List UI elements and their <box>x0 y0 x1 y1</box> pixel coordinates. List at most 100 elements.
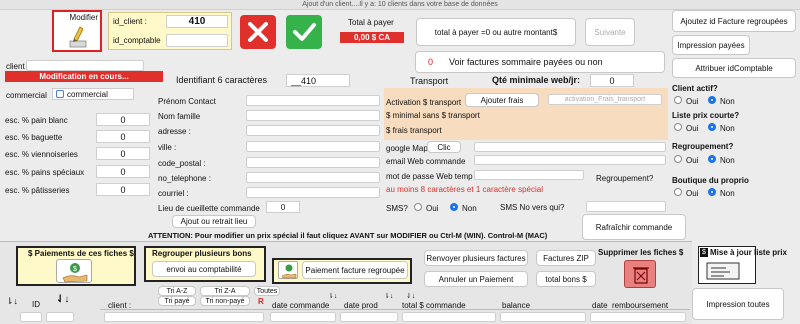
total-bons-button[interactable]: total bons $ <box>536 271 596 287</box>
courriel-field[interactable] <box>246 187 380 198</box>
identifiant-field[interactable]: __410 <box>286 74 350 87</box>
esc-field-3[interactable]: 0 <box>96 165 150 178</box>
telephone-field[interactable] <box>246 172 380 183</box>
esc-field-0[interactable]: 0 <box>96 113 150 126</box>
header-divider <box>100 309 690 310</box>
identifiant-label: Identifiant 6 caractères <box>176 75 268 85</box>
ville-field[interactable] <box>246 141 380 152</box>
sort-desc-icon[interactable]: ⇃↓ <box>56 294 69 305</box>
qte-field[interactable]: 0 <box>590 74 634 87</box>
id-comptable-field[interactable] <box>166 34 228 47</box>
liste-prix-non: Non <box>720 124 735 133</box>
toutes-button[interactable]: Toutes <box>254 286 280 296</box>
envoi-compta-button[interactable]: envoi au comptabilité <box>152 261 256 277</box>
annuler-paiement-button[interactable]: Annuler un Paiement <box>424 271 528 287</box>
code-postal-field[interactable] <box>246 157 380 168</box>
sms-oui-radio[interactable] <box>414 203 422 211</box>
cueillette-field[interactable]: 0 <box>266 201 300 213</box>
voir-factures-button[interactable]: 0 Voir factures sommaire payées ou non <box>415 51 665 73</box>
pencil-icon <box>69 26 87 48</box>
cancel-button[interactable] <box>240 15 276 49</box>
date-sort-icon[interactable]: ⇂↓ <box>328 292 337 300</box>
liste-prix-label: Liste prix courte? <box>672 111 740 120</box>
liste-prix-oui-radio[interactable] <box>674 123 682 131</box>
row-balance-cell[interactable] <box>500 312 586 322</box>
modifier-button[interactable]: Modifier <box>52 10 102 52</box>
row-total-cell[interactable] <box>402 312 496 322</box>
cueillette-label: Lieu de cueillette commande <box>158 204 260 213</box>
sort-asc-icon[interactable]: ⇂↓ <box>6 296 18 307</box>
activation-frais-field[interactable]: activation_Frais_transport <box>548 94 662 105</box>
client-actif-oui-radio[interactable] <box>674 96 682 104</box>
tri-az-button[interactable]: Tri A-Z <box>158 286 196 296</box>
rafraichir-button[interactable]: Rafraîchir commande <box>582 214 686 240</box>
total-sort-icon[interactable]: ⇃↓ <box>406 292 415 300</box>
suivante-button[interactable]: Suivante <box>585 18 635 46</box>
id-client-field[interactable]: 410 <box>166 15 228 28</box>
email-cmd-field[interactable] <box>474 155 666 165</box>
sms-vers-field[interactable] <box>586 201 666 212</box>
esc-label-1: esc. % baguette <box>5 133 63 142</box>
minimal-label: $ minimal sans $ transport <box>386 111 480 120</box>
esc-field-4[interactable]: 0 <box>96 183 150 196</box>
renvoyer-button[interactable]: Renvoyer plusieurs factures <box>424 250 528 266</box>
esc-label-3: esc. % pains spéciaux <box>5 168 85 177</box>
attention-notice: ATTENTION: Pour modifier un prix spécial… <box>148 231 548 240</box>
ajoutez-id-facture-button[interactable]: Ajoutez id Facture regroupées <box>672 10 796 32</box>
impression-payees-button[interactable]: Impression payées <box>672 35 750 55</box>
prenom-field[interactable] <box>246 95 380 106</box>
tri-paye-button[interactable]: Tri payé <box>158 296 196 306</box>
total-message-box[interactable]: total à payer =0 ou autre montant$ <box>416 18 576 46</box>
row-client-cell[interactable] <box>104 312 264 322</box>
row-date-cell[interactable] <box>270 312 336 322</box>
boutique-label: Boutique du proprio <box>672 176 749 185</box>
boutique-non-radio[interactable] <box>708 188 716 196</box>
factures-zip-button[interactable]: Factures ZIP <box>536 250 596 266</box>
liste-prix-non-radio[interactable] <box>708 123 716 131</box>
sms-label: SMS? <box>386 204 408 213</box>
voir-label: Voir factures sommaire payées ou non <box>449 57 603 67</box>
paiement-regroupee-button[interactable]: Paiement facture regroupée <box>302 261 408 279</box>
ajouter-frais-button[interactable]: Ajouter frais <box>465 93 539 107</box>
impression-toutes-button[interactable]: Impression toutes <box>692 288 784 320</box>
esc-label-0: esc. % pain blanc <box>5 116 68 125</box>
tri-non-paye-button[interactable]: Tri non-payé <box>200 296 250 306</box>
field-label-telephone: no_telephone : <box>158 174 211 183</box>
regroupement-q-label: Regroupement? <box>672 142 734 151</box>
supprimer-label: Supprimer les fiches $ <box>598 248 684 257</box>
payment-hand-icon[interactable]: $ <box>56 259 92 283</box>
password-warning: au moins 8 caractères et 1 caractère spé… <box>386 185 543 194</box>
row-remb-cell[interactable] <box>590 312 686 322</box>
tri-za-button[interactable]: Tri Z-A <box>200 286 250 296</box>
nom-field[interactable] <box>246 110 380 121</box>
trash-icon[interactable] <box>624 260 656 288</box>
date-prod-sort-icon[interactable]: ⇂↓ <box>384 292 393 300</box>
regroupement-non-radio[interactable] <box>708 155 716 163</box>
window-title: Ajout d'un client....Il y a: 10 clients … <box>302 1 498 8</box>
commercial-checkbox[interactable]: commercial <box>52 88 134 100</box>
client-field[interactable] <box>26 60 144 71</box>
attribuer-idcomptable-button[interactable]: Attribuer idComptable <box>672 58 796 78</box>
mot-passe-field[interactable] <box>474 170 584 180</box>
row-id-cell[interactable] <box>20 312 42 322</box>
google-clic-button[interactable]: Clic <box>427 141 461 153</box>
sms-non-radio[interactable] <box>450 203 458 211</box>
paiement-regroupee-icon <box>278 261 298 279</box>
field-label-prenom: Prénom Contact <box>158 97 216 106</box>
boutique-oui-radio[interactable] <box>674 188 682 196</box>
adresse-field[interactable] <box>246 125 380 136</box>
r-marker: R <box>258 297 264 306</box>
esc-field-2[interactable]: 0 <box>96 147 150 160</box>
regroupement-oui-radio[interactable] <box>674 155 682 163</box>
ajout-retrait-button[interactable]: Ajout ou retrait lieu <box>172 215 256 228</box>
esc-field-1[interactable]: 0 <box>96 130 150 143</box>
confirm-button[interactable] <box>286 15 322 49</box>
transport-label: Transport <box>410 76 449 86</box>
row-cell-2[interactable] <box>46 312 74 322</box>
google-field[interactable] <box>474 142 666 152</box>
row-prod-cell[interactable] <box>340 312 398 322</box>
google-label: google Map <box>386 144 428 153</box>
client-actif-non-radio[interactable] <box>708 96 716 104</box>
client-actif-oui: Oui <box>686 97 699 106</box>
regroupement-label: Regroupement? <box>596 174 654 183</box>
